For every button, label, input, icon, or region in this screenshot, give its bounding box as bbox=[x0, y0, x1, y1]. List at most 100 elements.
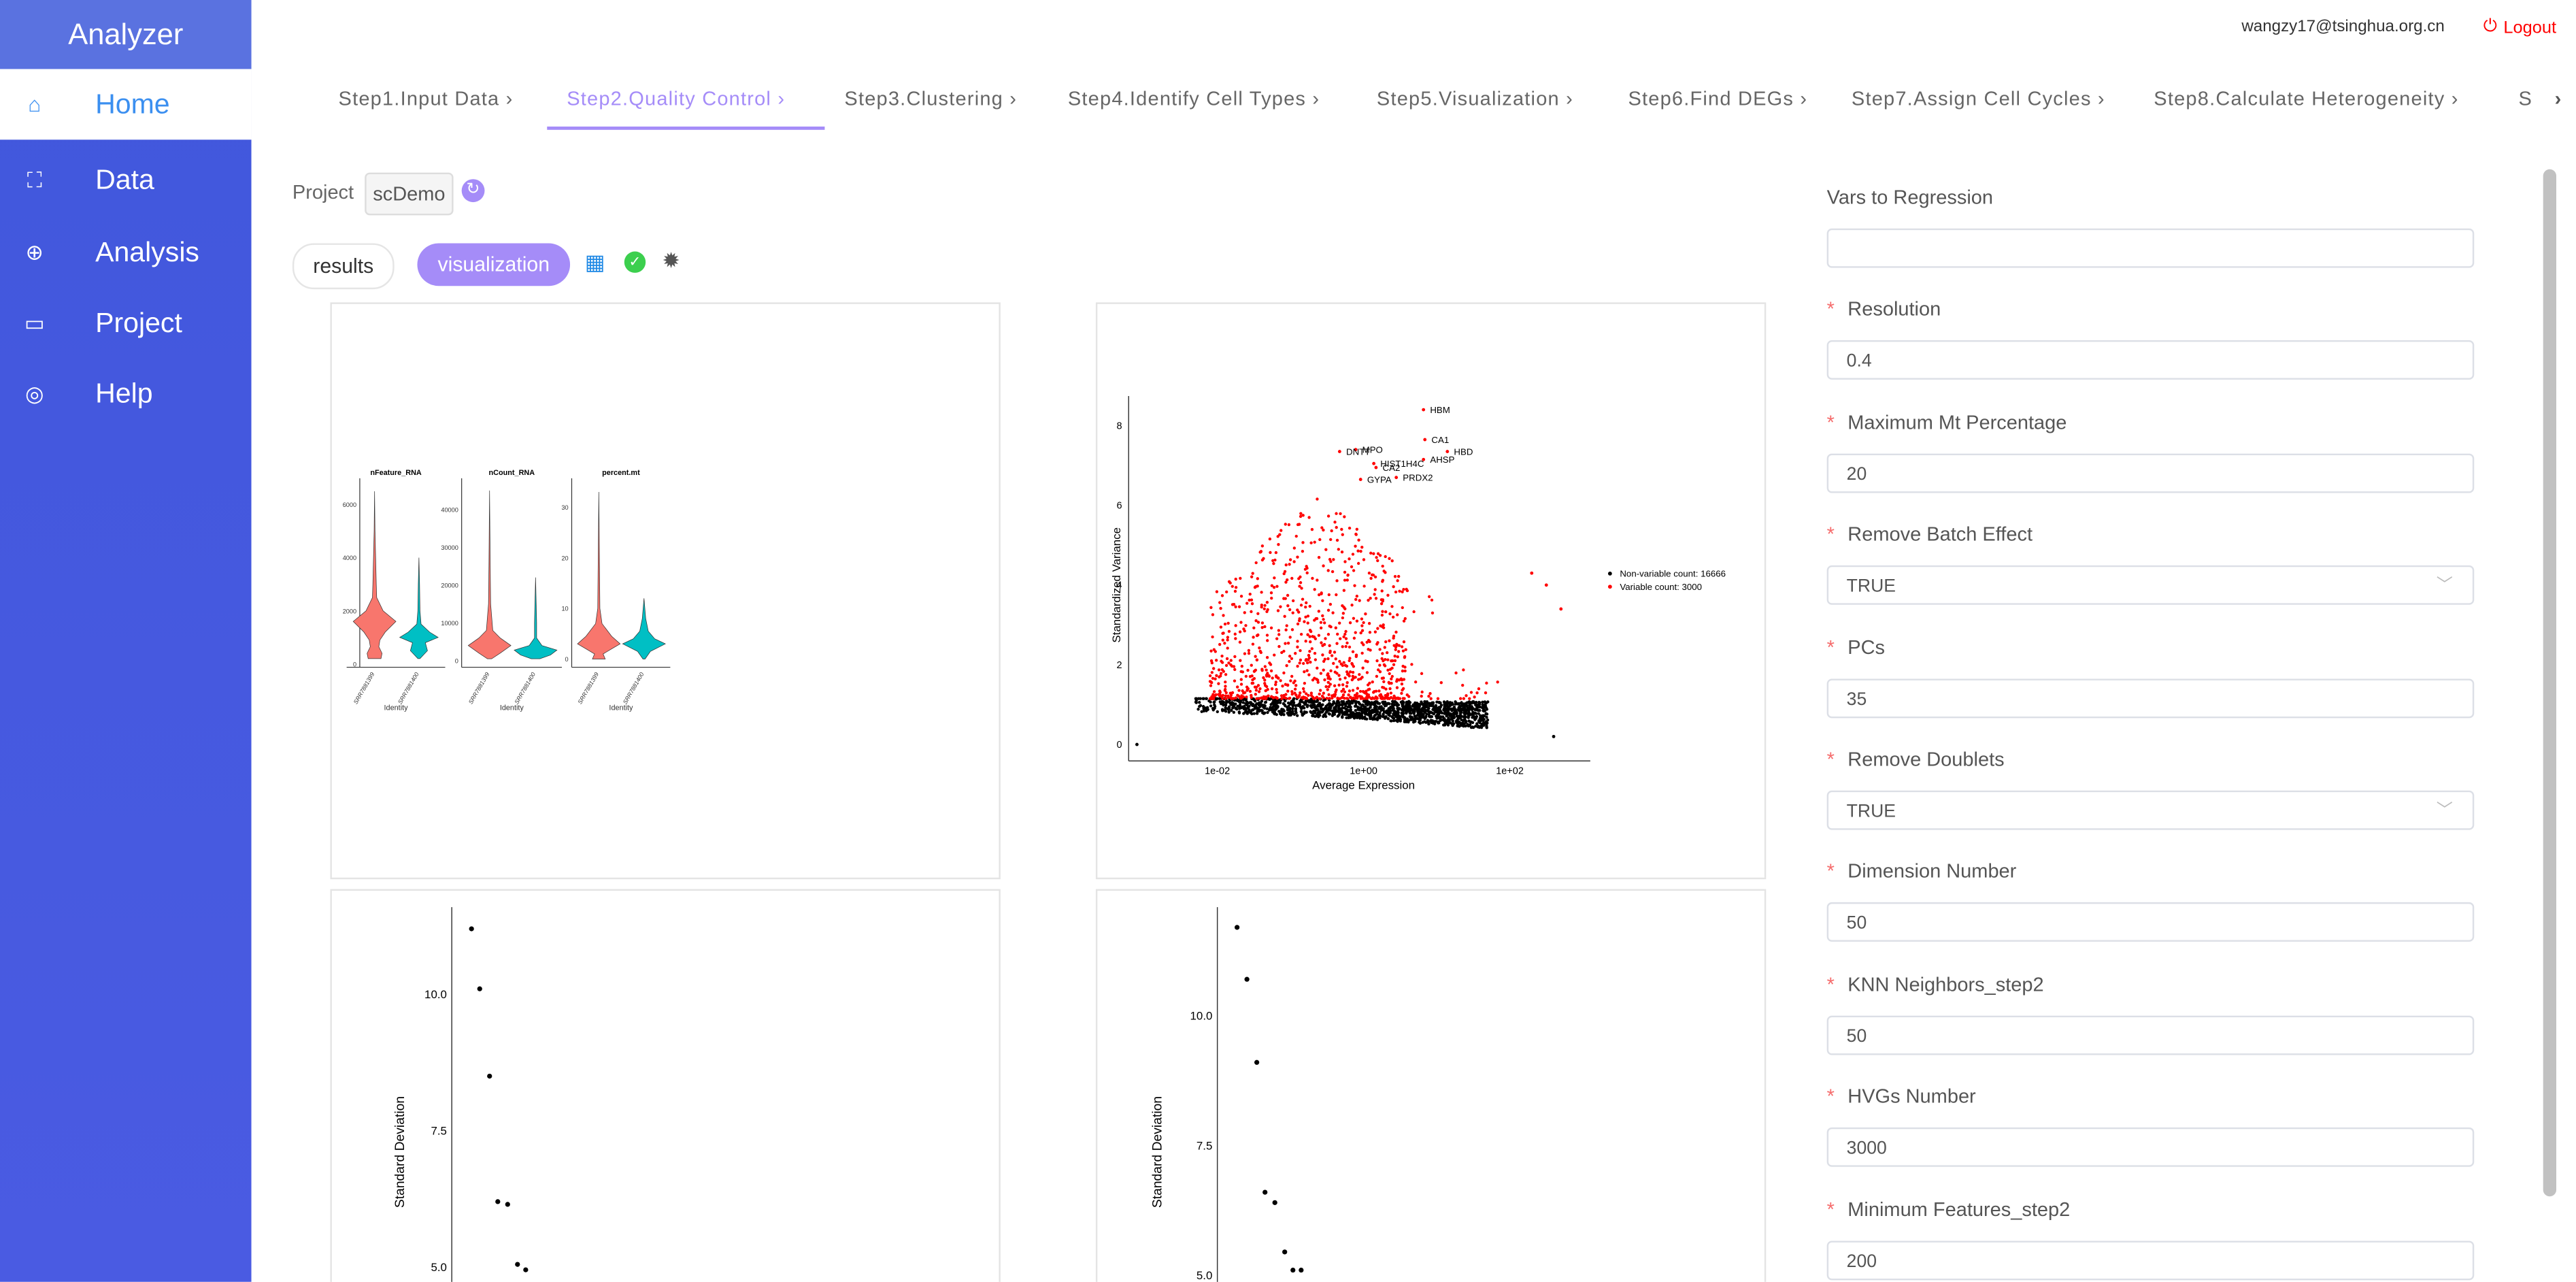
point-nonvariable bbox=[1255, 706, 1258, 709]
point-variable bbox=[1326, 688, 1329, 691]
visualization-button[interactable]: visualization bbox=[417, 243, 571, 286]
legend-entry: Non-variable count: 16666 bbox=[1620, 569, 1726, 579]
point-variable bbox=[1288, 659, 1291, 663]
tabs-scroll-right-button[interactable]: › bbox=[2555, 87, 2562, 110]
point-nonvariable bbox=[1280, 708, 1284, 711]
input-field[interactable]: 3000 bbox=[1826, 1128, 2475, 1168]
point-variable bbox=[1369, 648, 1372, 652]
sidebar-item-home[interactable]: ⌂ Home bbox=[0, 69, 252, 140]
point-variable bbox=[1341, 683, 1345, 687]
point-nonvariable bbox=[1450, 703, 1454, 706]
point-nonvariable bbox=[1348, 703, 1351, 706]
point-nonvariable bbox=[1291, 706, 1294, 710]
tab-step9[interactable]: S bbox=[2518, 87, 2532, 110]
point-nonvariable bbox=[1194, 699, 1198, 702]
point-variable bbox=[1220, 594, 1224, 597]
point-nonvariable bbox=[1246, 705, 1250, 709]
input-field[interactable]: 20 bbox=[1826, 453, 2475, 493]
point-nonvariable bbox=[1457, 706, 1460, 709]
point-variable bbox=[1239, 576, 1242, 580]
input-field[interactable]: 50 bbox=[1826, 1015, 2475, 1055]
point-variable bbox=[1405, 693, 1409, 697]
logout-button[interactable]: ⏻ Logout bbox=[2483, 16, 2556, 37]
sidebar-item-analysis[interactable]: ⊕ Analysis bbox=[0, 217, 252, 288]
point-variable bbox=[1306, 633, 1309, 636]
tab-step8[interactable]: Step8.Calculate Heterogeneity › bbox=[2154, 87, 2458, 110]
point-variable bbox=[1461, 683, 1465, 687]
select-field[interactable]: TRUE ﹀ bbox=[1826, 790, 2475, 830]
input-field[interactable]: 200 bbox=[1826, 1240, 2475, 1280]
tab-step3[interactable]: Step3.Clustering › bbox=[844, 87, 1017, 110]
point-variable bbox=[1378, 648, 1382, 651]
point-nonvariable bbox=[1399, 717, 1403, 721]
point-nonvariable bbox=[1442, 708, 1446, 712]
sidebar-item-data[interactable]: ⛶ Data bbox=[0, 145, 252, 216]
point-variable bbox=[1211, 667, 1216, 670]
elbow-point bbox=[1235, 925, 1240, 930]
y-axis-label: Standardized Variance bbox=[1110, 527, 1123, 643]
bug-icon[interactable]: ✹ bbox=[662, 248, 680, 275]
variable-features-plot-card: 0 2 4 6 8 1e-02 1e+00 1e+02 Average Expression St… bbox=[1095, 302, 1767, 880]
point-variable bbox=[1392, 694, 1396, 698]
input-field[interactable]: 0.4 bbox=[1826, 340, 2475, 380]
refresh-icon[interactable]: ↻ bbox=[461, 179, 485, 203]
sidebar-item-project[interactable]: ▭ Project bbox=[0, 288, 252, 359]
point-variable bbox=[1462, 697, 1466, 700]
point-variable bbox=[1258, 697, 1261, 700]
elbow-point bbox=[1299, 1267, 1304, 1273]
point-nonvariable bbox=[1197, 701, 1201, 704]
point-variable bbox=[1335, 642, 1339, 645]
point-nonvariable bbox=[1407, 708, 1411, 711]
point-variable bbox=[1384, 640, 1388, 644]
point-variable bbox=[1326, 672, 1330, 676]
tab-step2[interactable]: Step2.Quality Control › bbox=[567, 87, 785, 110]
point-variable bbox=[1381, 564, 1384, 568]
input-field[interactable] bbox=[1826, 228, 2475, 268]
field-label: * Resolution bbox=[1826, 298, 1941, 321]
sidebar-item-help[interactable]: ◎ Help bbox=[0, 359, 252, 429]
point-variable bbox=[1265, 697, 1268, 700]
point-outlier bbox=[1530, 571, 1534, 575]
point-variable bbox=[1319, 672, 1323, 675]
tab-step6[interactable]: Step6.Find DEGs › bbox=[1628, 87, 1807, 110]
scrollbar[interactable] bbox=[2543, 169, 2557, 1197]
elbow-point bbox=[1272, 1200, 1277, 1205]
point-variable bbox=[1355, 527, 1359, 531]
check-circle-icon[interactable]: ✓ bbox=[624, 251, 646, 273]
calendar-icon[interactable]: ▦ bbox=[585, 250, 605, 276]
point-nonvariable bbox=[1479, 724, 1483, 728]
x-axis-label: Identity bbox=[609, 704, 633, 712]
y-tick-label: 7.5 bbox=[431, 1125, 446, 1138]
point-variable bbox=[1396, 574, 1401, 578]
select-field[interactable]: TRUE ﹀ bbox=[1826, 565, 2475, 606]
point-variable bbox=[1397, 650, 1401, 653]
input-field[interactable]: 50 bbox=[1826, 902, 2475, 942]
point-variable bbox=[1400, 683, 1404, 686]
point-nonvariable bbox=[1308, 699, 1312, 702]
point-variable bbox=[1324, 548, 1328, 551]
tab-step1[interactable]: Step1.Input Data › bbox=[339, 87, 514, 110]
tab-step7[interactable]: Step7.Assign Cell Cycles › bbox=[1852, 87, 2105, 110]
point-variable bbox=[1339, 662, 1343, 665]
point-nonvariable bbox=[1484, 706, 1488, 710]
y-tick-label: 5.0 bbox=[1197, 1269, 1212, 1282]
results-button[interactable]: results bbox=[292, 243, 395, 290]
point-variable bbox=[1398, 589, 1401, 593]
point-variable bbox=[1286, 604, 1290, 608]
point-variable bbox=[1375, 696, 1379, 700]
tab-step5[interactable]: Step5.Visualization › bbox=[1377, 87, 1573, 110]
x-tick-label: 1e+00 bbox=[1350, 766, 1377, 777]
point-variable bbox=[1341, 616, 1345, 620]
point-variable bbox=[1328, 602, 1333, 606]
input-field[interactable]: 35 bbox=[1826, 678, 2475, 718]
point-variable bbox=[1378, 670, 1382, 674]
point-nonvariable bbox=[1250, 708, 1254, 712]
point-variable bbox=[1318, 692, 1321, 696]
point-nonvariable bbox=[1460, 704, 1464, 708]
point-nonvariable bbox=[1360, 717, 1365, 720]
point-variable bbox=[1394, 590, 1398, 594]
point-nonvariable bbox=[1395, 702, 1399, 706]
tab-step4[interactable]: Step4.Identify Cell Types › bbox=[1068, 87, 1320, 110]
point-nonvariable bbox=[1383, 717, 1387, 720]
point-variable bbox=[1362, 558, 1366, 561]
